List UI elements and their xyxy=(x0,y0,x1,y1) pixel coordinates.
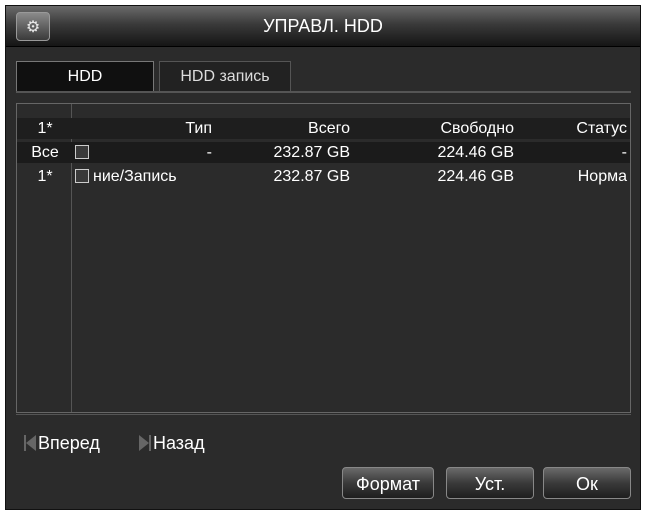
row-status: - xyxy=(621,144,627,161)
tab-hdd[interactable]: HDD xyxy=(16,61,154,91)
next-page-button[interactable]: Назад xyxy=(139,432,205,454)
header-total: Всего xyxy=(308,120,350,137)
row-type: ние/Запись xyxy=(93,168,177,185)
header-status: Статус xyxy=(576,120,627,137)
tab-bar: HDD HDD запись xyxy=(16,61,631,91)
row-index: 1* xyxy=(37,168,53,185)
hdd-table: 1* Тип Всего Свободно Статус Все - 232.8… xyxy=(16,103,631,413)
tab-divider xyxy=(16,91,631,93)
header-index: 1* xyxy=(37,120,53,137)
skip-forward-icon xyxy=(139,435,151,451)
row-index: Все xyxy=(31,144,59,161)
prev-page-button[interactable]: Вперед xyxy=(24,432,100,454)
table-row[interactable]: 1* ние/Запись 232.87 GB 224.46 GB Норма xyxy=(17,166,630,187)
window-title: УПРАВЛ. HDD xyxy=(263,16,383,36)
header-free: Свободно xyxy=(440,120,514,137)
header-type: Тип xyxy=(185,120,212,137)
row-status: Норма xyxy=(577,168,627,185)
table-row[interactable]: Все - 232.87 GB 224.46 GB - xyxy=(17,142,630,163)
ok-button[interactable]: Ок xyxy=(543,467,631,499)
row-free: 224.46 GB xyxy=(437,168,515,185)
row-checkbox[interactable] xyxy=(75,169,89,183)
set-button[interactable]: Уст. xyxy=(446,467,534,499)
hdd-manage-window: ⚙ УПРАВЛ. HDD HDD HDD запись 1* Тип Всег… xyxy=(5,5,641,510)
row-type: - xyxy=(206,144,212,161)
tab-hdd-record[interactable]: HDD запись xyxy=(159,61,291,91)
footer-divider xyxy=(16,414,631,415)
skip-back-icon xyxy=(24,435,36,451)
row-total: 232.87 GB xyxy=(273,144,351,161)
prev-page-label: Вперед xyxy=(38,433,100,453)
next-page-label: Назад xyxy=(153,433,205,453)
row-total: 232.87 GB xyxy=(273,168,351,185)
format-button[interactable]: Формат xyxy=(342,467,434,499)
row-free: 224.46 GB xyxy=(437,144,515,161)
table-header: 1* Тип Всего Свободно Статус xyxy=(17,118,630,139)
title-bar[interactable]: ⚙ УПРАВЛ. HDD xyxy=(6,6,640,47)
